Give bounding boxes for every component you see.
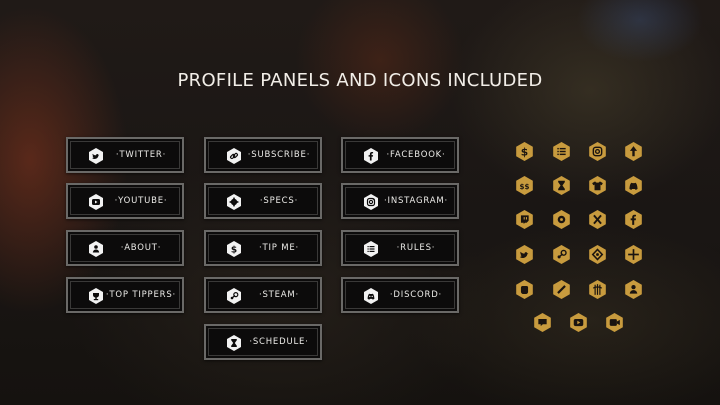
list-icon	[363, 241, 379, 257]
dollar-icon: $	[515, 142, 534, 161]
gear-icon	[226, 194, 242, 210]
panel-label: ·SCHEDULE·	[249, 337, 309, 347]
instagram-icon	[363, 194, 379, 210]
panel-label: ·INSTAGRAM·	[384, 196, 448, 206]
panel-label: ·STEAM·	[258, 290, 300, 300]
video-icon	[605, 313, 624, 332]
money-icon: $$	[515, 176, 534, 195]
panel-label: ·DISCORD·	[389, 290, 443, 300]
twitter-icon	[88, 148, 104, 164]
panel-instagram[interactable]: ·INSTAGRAM·	[341, 183, 459, 219]
panel-facebook[interactable]: ·FACEBOOK·	[341, 137, 459, 173]
panel-tip-me[interactable]: $ ·TIP ME·	[204, 230, 322, 266]
crosshair-icon	[624, 245, 643, 264]
twitter-icon	[515, 245, 534, 264]
about-icon	[88, 241, 104, 257]
panel-label: ·ABOUT·	[120, 243, 162, 253]
panel-subscribe[interactable]: ·SUBSCRIBE·	[204, 137, 322, 173]
twitch-icon	[515, 210, 534, 229]
panel-about[interactable]: ·ABOUT·	[66, 230, 184, 266]
svg-text:$: $	[231, 245, 237, 255]
panel-label: ·FACEBOOK·	[386, 150, 446, 160]
discord-icon	[363, 288, 379, 304]
facebook-icon	[624, 210, 643, 229]
panel-twitter[interactable]: ·TWITTER·	[66, 137, 184, 173]
hourglass-icon	[226, 335, 242, 351]
panel-youtube[interactable]: ·YOUTUBE·	[66, 183, 184, 219]
gear-icon	[552, 210, 571, 229]
panel-label: ·TWITTER·	[115, 150, 167, 160]
steam-icon	[226, 288, 242, 304]
panel-rules[interactable]: ·RULES·	[341, 230, 459, 266]
svg-text:$$: $$	[520, 182, 530, 191]
dollar-icon: $	[226, 241, 242, 257]
top-tippers-icon	[88, 288, 104, 304]
about-icon	[624, 280, 643, 299]
panel-label: ·TIP ME·	[258, 243, 300, 253]
target-icon	[588, 245, 607, 264]
youtube-icon	[569, 313, 588, 332]
panel-schedule[interactable]: ·SCHEDULE·	[204, 324, 322, 360]
panel-top-tippers[interactable]: ·TOP TIPPERS·	[66, 277, 184, 313]
up-arrow-icon	[624, 142, 643, 161]
tshirt-icon	[588, 176, 607, 195]
chat-icon	[533, 313, 552, 332]
facebook-icon	[363, 148, 379, 164]
list-icon	[552, 142, 571, 161]
youtube-icon	[88, 194, 104, 210]
panel-discord[interactable]: ·DISCORD·	[341, 277, 459, 313]
fist-icon	[515, 280, 534, 299]
panel-label: ·SPECS·	[259, 196, 299, 206]
page-title: PROFILE PANELS AND ICONS INCLUDED	[177, 70, 543, 91]
xbox-icon	[588, 210, 607, 229]
link-icon	[226, 148, 242, 164]
discord-icon	[624, 176, 643, 195]
panel-label: ·TOP TIPPERS·	[105, 290, 177, 300]
panel-label: ·YOUTUBE·	[114, 196, 168, 206]
spears-icon	[588, 280, 607, 299]
svg-text:$: $	[521, 145, 528, 158]
panel-label: ·RULES·	[396, 243, 436, 253]
panel-label: ·SUBSCRIBE·	[247, 150, 311, 160]
instagram-icon	[588, 142, 607, 161]
panel-steam[interactable]: ·STEAM·	[204, 277, 322, 313]
panel-specs[interactable]: ·SPECS·	[204, 183, 322, 219]
link-icon	[552, 280, 571, 299]
hourglass-icon	[552, 176, 571, 195]
steam-icon	[552, 245, 571, 264]
